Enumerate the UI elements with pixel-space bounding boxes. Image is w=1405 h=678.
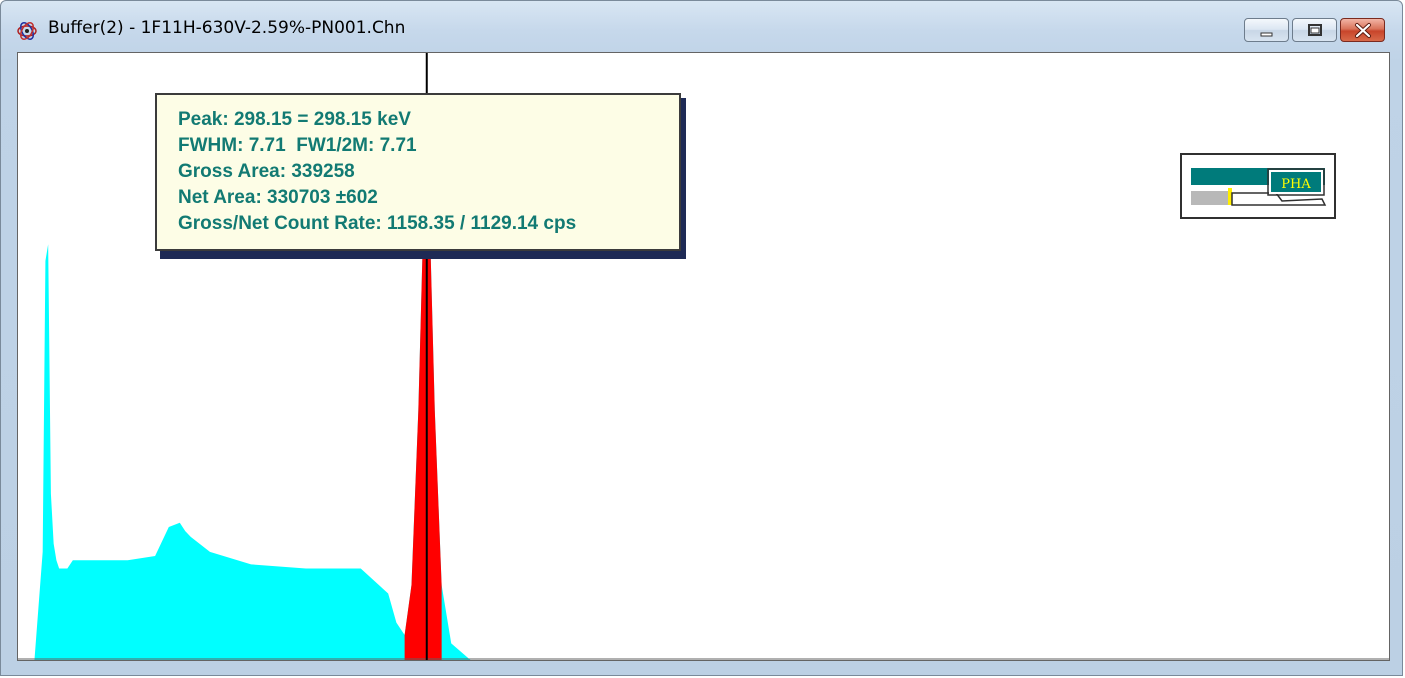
close-button[interactable] <box>1340 18 1385 42</box>
pha-gray-segment <box>1191 191 1228 205</box>
minimize-button[interactable] <box>1244 18 1289 42</box>
app-icon[interactable] <box>16 19 40 43</box>
maximize-button[interactable] <box>1292 18 1337 42</box>
caption-buttons <box>1244 18 1385 44</box>
close-icon <box>1355 23 1371 38</box>
minimize-icon <box>1260 32 1273 37</box>
peak-info-box: Peak: 298.15 = 298.15 keV FWHM: 7.71 FW1… <box>155 93 681 251</box>
maximize-icon <box>1308 24 1322 36</box>
net-area-line: Net Area: 330703 ±602 <box>178 187 378 208</box>
peak-energy-line: Peak: 298.15 = 298.15 keV <box>178 109 411 130</box>
gross-area-line: Gross Area: 339258 <box>178 161 355 182</box>
pha-mode-indicator[interactable]: PHA <box>1180 153 1336 219</box>
title-bar[interactable]: Buffer(2) - 1F11H-630V-2.59%-PN001.Chn <box>1 1 1402 51</box>
fwhm-line: FWHM: 7.71 FW1/2M: 7.71 <box>178 135 417 156</box>
window-title: Buffer(2) - 1F11H-630V-2.59%-PN001.Chn <box>48 18 406 38</box>
pha-thumbnail: PHA <box>1191 168 1327 206</box>
spectrum-display[interactable]: Peak: 298.15 = 298.15 keV FWHM: 7.71 FW1… <box>17 52 1390 661</box>
pha-label: PHA <box>1281 177 1311 192</box>
spectrum-window: Buffer(2) - 1F11H-630V-2.59%-PN001.Chn P… <box>0 0 1403 676</box>
count-rate-line: Gross/Net Count Rate: 1158.35 / 1129.14 … <box>178 213 577 234</box>
